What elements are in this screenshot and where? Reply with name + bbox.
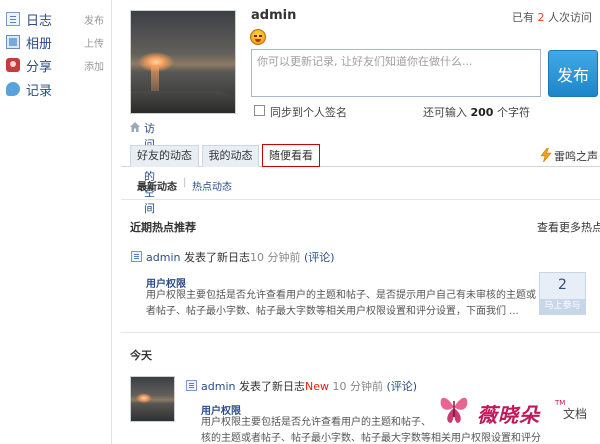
feed-item-header: admin 发表了新日志New 10 分钟前 (评论) <box>201 378 417 394</box>
sidebar: 日志 发布 相册 上传 分享 添加 记录 <box>0 0 112 444</box>
remaining-chars: 还可输入 200 个字符 <box>423 104 530 120</box>
more-hot-link[interactable]: 查看更多热点 <box>537 219 600 235</box>
visitor-prefix: 已有 <box>512 11 534 24</box>
new-badge: New <box>304 380 329 393</box>
record-icon <box>6 82 20 96</box>
char-number: 200 <box>470 106 494 119</box>
feed-user-link[interactable]: admin <box>146 251 180 264</box>
watermark: 薇晓朵 TM 文档 <box>431 385 600 444</box>
subtab-latest[interactable]: 最新动态 <box>137 178 177 193</box>
post-excerpt-line: 用户权限主要包括是否允许查看用户的主题和帖子、是否提示用户自己有未审核的主题或 <box>146 290 536 301</box>
add-share-link[interactable]: 添加 <box>84 58 104 73</box>
publish-blog-link[interactable]: 发布 <box>84 12 104 27</box>
vote-box[interactable]: 2 马上参与 <box>539 272 586 315</box>
feed-action: 发表了新日志 <box>238 380 305 393</box>
status-input[interactable] <box>251 49 541 97</box>
vote-count: 2 <box>558 277 567 293</box>
avatar-rock <box>131 91 235 113</box>
sync-signature-checkbox[interactable] <box>254 105 265 116</box>
char-suffix: 个字符 <box>496 106 530 119</box>
sidebar-item-label[interactable]: 日志 <box>26 10 52 29</box>
avatar[interactable] <box>130 10 236 114</box>
divider <box>121 332 600 333</box>
subtab-hot[interactable]: 热点动态 <box>192 178 232 193</box>
blog-icon <box>186 380 197 391</box>
subtab-separator: | <box>183 177 187 188</box>
today-section-title: 今天 <box>130 349 152 362</box>
watermark-brand: 薇晓朵 <box>477 403 540 427</box>
sidebar-item-share[interactable]: 分享 添加 <box>6 55 108 75</box>
feed-time: 10 分钟前 <box>332 380 383 393</box>
blog-icon <box>6 12 20 26</box>
sidebar-item-record[interactable]: 记录 <box>6 79 108 99</box>
join-now-button[interactable]: 马上参与 <box>540 299 585 314</box>
username[interactable]: admin <box>251 8 296 23</box>
watermark-doc: 文档 <box>563 407 588 421</box>
mood-emoji-icon[interactable] <box>250 29 266 45</box>
visitor-count: 已有 2 人次访问 <box>512 9 592 25</box>
lightning-icon <box>540 148 552 162</box>
sidebar-item-album[interactable]: 相册 上传 <box>6 32 108 52</box>
tab-my-feed[interactable]: 我的动态 <box>202 145 259 167</box>
feed-comment-link[interactable]: (评论) <box>304 251 335 264</box>
post-excerpt-line: 用户权限主要包括是否允许查看用户的主题和帖子、 <box>201 417 431 428</box>
sidebar-item-label[interactable]: 相册 <box>26 33 52 52</box>
feed-time: 10 分钟前 <box>249 251 301 264</box>
publish-button[interactable]: 发布 <box>548 50 598 97</box>
sidebar-item-blog[interactable]: 日志 发布 <box>6 9 108 29</box>
sidebar-item-label[interactable]: 分享 <box>26 56 52 75</box>
tab-friends-feed[interactable]: 好友的动态 <box>130 145 199 167</box>
blog-icon <box>131 251 142 262</box>
post-excerpt-line: 者帖子、帖子最小字数、帖子最大字数等相关用户权限设置和评分设置，下面我们 ... <box>146 306 519 317</box>
sidebar-item-label[interactable]: 记录 <box>26 80 52 99</box>
feed-item-header: admin 发表了新日志10 分钟前 (评论) <box>146 249 335 265</box>
visitor-suffix: 人次访问 <box>548 11 592 24</box>
visit-space-label[interactable]: 访问我的空间 <box>144 120 155 216</box>
hot-section-title: 近期热点推荐 <box>130 221 196 234</box>
tab-browse-random[interactable]: 随便看看 <box>262 144 320 167</box>
feed-action: 发表了新日志 <box>183 251 250 264</box>
butterfly-logo-icon <box>440 397 468 423</box>
feed-user-link[interactable]: admin <box>201 380 235 393</box>
visitor-number: 2 <box>537 11 545 24</box>
divider <box>121 199 600 200</box>
album-icon <box>6 35 20 49</box>
thunder-voice-label[interactable]: 雷鸣之声 <box>554 148 598 164</box>
feed-comment-link[interactable]: (评论) <box>386 380 417 393</box>
home-icon <box>130 122 140 132</box>
sync-signature-label[interactable]: 同步到个人签名 <box>270 104 347 120</box>
upload-photo-link[interactable]: 上传 <box>84 35 104 50</box>
share-icon <box>6 58 20 72</box>
char-prefix: 还可输入 <box>423 106 467 119</box>
feed-user-avatar[interactable] <box>130 376 175 422</box>
